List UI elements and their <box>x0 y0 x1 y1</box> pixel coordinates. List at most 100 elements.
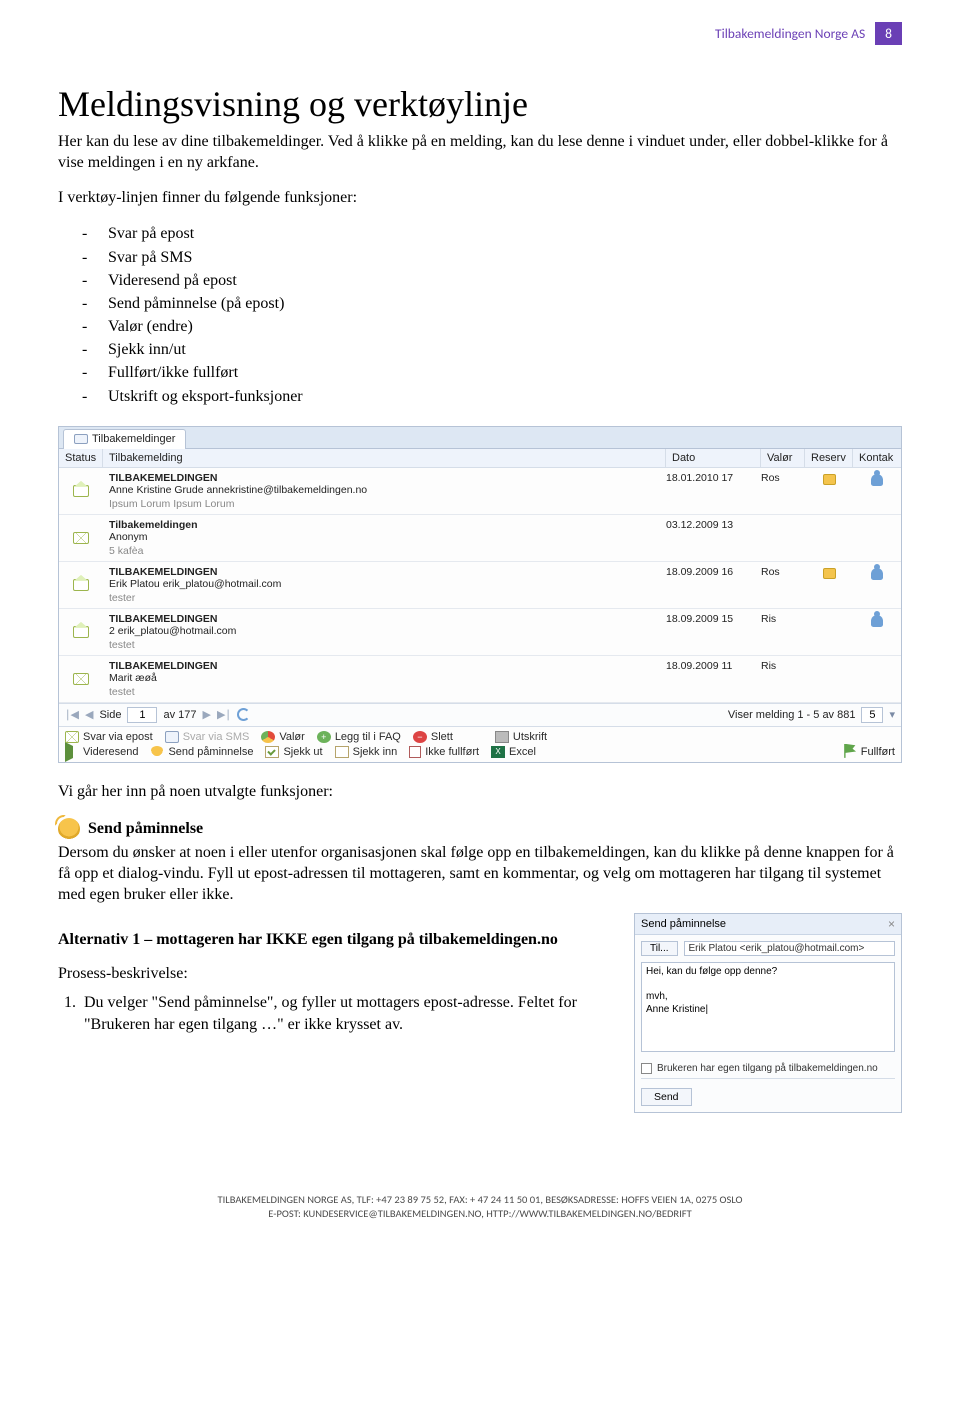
table-row[interactable]: TILBAKEMELDINGEN2 erik_platou@hotmail.co… <box>59 609 901 656</box>
dato-cell: 03.12.2009 13 <box>666 519 761 557</box>
close-icon[interactable]: × <box>888 917 895 931</box>
til-button[interactable]: Til... <box>641 941 678 956</box>
col-status[interactable]: Status <box>59 449 103 467</box>
access-checkbox[interactable] <box>641 1063 652 1074</box>
valor-cell: Ris <box>761 660 805 698</box>
page-title: Meldingsvisning og verktøylinje <box>58 83 902 125</box>
status-cell <box>59 613 103 651</box>
list-item: Valør (endre) <box>108 315 902 338</box>
mail-closed-icon <box>73 532 89 544</box>
feature-body: Dersom du ønsker at noen i eller utenfor… <box>58 842 902 905</box>
row-title: TILBAKEMELDINGEN <box>109 566 660 578</box>
tab-label: Tilbakemeldinger <box>92 433 175 445</box>
reserv-cell <box>805 613 853 651</box>
checkin-icon <box>335 746 349 758</box>
page-header: Tilbakemeldingen Norge AS 8 <box>58 22 902 45</box>
send-button[interactable]: Send <box>641 1088 692 1106</box>
slett-button[interactable]: −Slett <box>413 731 453 743</box>
col-reserv[interactable]: Reserv <box>805 449 853 467</box>
table-row[interactable]: TILBAKEMELDINGENAnne Kristine Grude anne… <box>59 468 901 515</box>
col-tilbakemelding[interactable]: Tilbakemelding <box>103 449 666 467</box>
bell-icon <box>58 818 80 840</box>
chevron-down-icon[interactable]: ▾ <box>889 708 895 721</box>
mail-closed-icon <box>73 673 89 685</box>
videresend-button[interactable]: Videresend <box>65 746 138 758</box>
intro-paragraph-2: I verktøy-linjen finner du følgende funk… <box>58 187 902 208</box>
table-row[interactable]: TILBAKEMELDINGENMarit æøåtestet18.09.200… <box>59 656 901 703</box>
sjekk-ut-button[interactable]: Sjekk ut <box>265 746 322 758</box>
row-from: Marit æøå <box>109 672 660 684</box>
not-complete-icon <box>409 746 421 758</box>
pagesize-input[interactable] <box>861 707 883 723</box>
row-from: Anonym <box>109 531 660 543</box>
page-of-label: av 177 <box>163 709 196 721</box>
kontak-cell <box>853 613 901 651</box>
reserve-icon <box>823 474 836 485</box>
svar-epost-button[interactable]: Svar via epost <box>65 731 153 743</box>
main-cell: TILBAKEMELDINGENAnne Kristine Grude anne… <box>103 472 666 510</box>
row-snippet: tester <box>109 592 660 604</box>
valor-cell: Ros <box>761 566 805 604</box>
footer-line-2: E-POST: KUNDESERVICE@TILBAKEMELDINGEN.NO… <box>58 1207 902 1221</box>
page-input[interactable] <box>127 707 157 723</box>
alternative-heading: Alternativ 1 – mottageren har IKKE egen … <box>58 931 612 949</box>
dialog-title: Send påminnelse <box>641 918 726 930</box>
table-row[interactable]: TILBAKEMELDINGENErik Platou erik_platou@… <box>59 562 901 609</box>
svar-sms-button[interactable]: Svar via SMS <box>165 731 250 743</box>
row-snippet: testet <box>109 686 660 698</box>
til-field[interactable]: Erik Platou <erik_platou@hotmail.com> <box>684 941 895 956</box>
dato-cell: 18.09.2009 11 <box>666 660 761 698</box>
valor-button[interactable]: Valør <box>261 731 304 743</box>
mail-open-icon <box>73 485 89 497</box>
dato-cell: 18.09.2009 15 <box>666 613 761 651</box>
mail-icon <box>65 731 79 743</box>
row-snippet: testet <box>109 639 660 651</box>
main-cell: TILBAKEMELDINGEN2 erik_platou@hotmail.co… <box>103 613 666 651</box>
table-row[interactable]: TilbakemeldingenAnonym 5 kafèa 03.12.2009 … <box>59 515 901 562</box>
row-snippet: 5 kafèa <box>109 545 660 557</box>
row-from: Anne Kristine Grude annekristine@tilbake… <box>109 484 660 496</box>
fullfort-button[interactable]: Fullført <box>843 731 895 758</box>
flag-icon <box>843 744 857 758</box>
person-icon <box>871 474 883 486</box>
paminnelse-button[interactable]: Send påminnelse <box>150 746 253 758</box>
col-kontak[interactable]: Kontak <box>853 449 901 467</box>
mail-open-icon <box>73 579 89 591</box>
col-valor[interactable]: Valør <box>761 449 805 467</box>
bell-icon <box>150 746 164 758</box>
message-textarea[interactable] <box>641 962 895 1052</box>
row-title: Tilbakemeldingen <box>109 519 660 531</box>
page-footer: TILBAKEMELDINGEN NORGE AS, TLF: +47 23 8… <box>58 1193 902 1221</box>
row-from: 2 erik_platou@hotmail.com <box>109 625 660 637</box>
delete-icon: − <box>413 731 427 743</box>
next-page-icon[interactable]: ▶ <box>203 708 211 721</box>
first-page-icon[interactable]: ∣◀ <box>65 708 79 721</box>
status-cell <box>59 519 103 557</box>
main-cell: TilbakemeldingenAnonym 5 kafèa <box>103 519 666 557</box>
kontak-cell <box>853 519 901 557</box>
ikke-fullfort-button[interactable]: Ikke fullført <box>409 746 479 758</box>
checkbox-label: Brukeren har egen tilgang på tilbakemeld… <box>657 1063 878 1074</box>
reserv-cell <box>805 472 853 510</box>
dialog-screenshot: Send påminnelse × Til... Erik Platou <er… <box>634 913 902 1113</box>
refresh-icon[interactable] <box>237 708 250 721</box>
prev-page-icon[interactable]: ◀ <box>85 708 93 721</box>
col-dato[interactable]: Dato <box>666 449 761 467</box>
tab-tilbakemeldinger[interactable]: Tilbakemeldinger <box>63 429 186 449</box>
list-item: Send påminnelse (på epost) <box>108 292 902 315</box>
faq-button[interactable]: +Legg til i FAQ <box>317 731 401 743</box>
dato-cell: 18.09.2009 16 <box>666 566 761 604</box>
valor-cell <box>761 519 805 557</box>
sjekk-inn-button[interactable]: Sjekk inn <box>335 746 398 758</box>
person-icon <box>871 615 883 627</box>
excel-button[interactable]: XExcel <box>491 746 536 758</box>
checkout-icon <box>265 746 279 758</box>
utskrift-button[interactable]: Utskrift <box>495 731 547 743</box>
list-item: Svar på SMS <box>108 246 902 269</box>
list-item: Utskrift og eksport-funksjoner <box>108 385 902 408</box>
comment-icon <box>74 434 88 444</box>
sub-paragraph: Vi går her inn på noen utvalgte funksjon… <box>58 781 902 802</box>
footer-line-1: TILBAKEMELDINGEN NORGE AS, TLF: +47 23 8… <box>58 1193 902 1207</box>
last-page-icon[interactable]: ▶∣ <box>217 708 231 721</box>
valor-cell: Ris <box>761 613 805 651</box>
